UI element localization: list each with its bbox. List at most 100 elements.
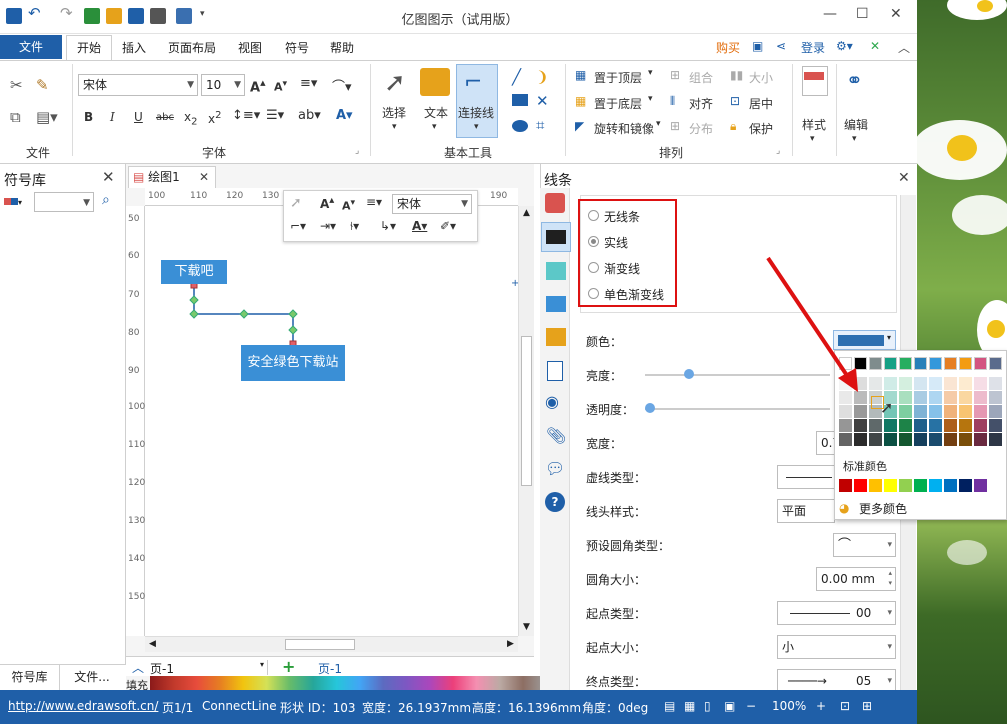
color-swatch-shade[interactable] — [884, 433, 897, 446]
export-icon[interactable] — [176, 8, 192, 24]
color-swatch-top[interactable] — [884, 357, 897, 370]
scroll-right-icon[interactable]: ▶ — [507, 639, 514, 649]
color-swatch-shade[interactable] — [929, 419, 942, 432]
radio-gradient-line[interactable] — [588, 262, 599, 273]
transparency-thumb[interactable] — [645, 403, 655, 413]
standard-color-swatch[interactable] — [899, 479, 912, 492]
text-tool-icon[interactable] — [420, 68, 450, 96]
brightness-thumb[interactable] — [684, 369, 694, 379]
login-link[interactable]: 登录 — [801, 39, 825, 56]
close-panel-icon[interactable]: ✕ — [102, 168, 115, 186]
help-icon[interactable]: ? — [545, 492, 565, 512]
document-tab[interactable]: ▤ 绘图1 ✕ — [128, 166, 216, 188]
protect-button[interactable]: 保护 — [749, 120, 773, 137]
color-swatch-top[interactable] — [899, 357, 912, 370]
color-swatch-shade[interactable] — [839, 419, 852, 432]
font-name-select[interactable]: 宋体 ▼ — [78, 74, 198, 96]
print-icon[interactable] — [150, 8, 166, 24]
mini-select-icon[interactable]: ➚ — [290, 195, 302, 211]
color-swatch-shade[interactable] — [869, 433, 882, 446]
color-swatch-shade[interactable] — [884, 377, 897, 390]
select-tool-icon[interactable]: ➚ — [384, 68, 406, 98]
radio-solid-line[interactable] — [588, 236, 599, 247]
style-dropdown-icon[interactable]: ▾ — [810, 134, 815, 144]
library-search-input[interactable]: ▼ — [34, 192, 94, 212]
mini-align-icon[interactable]: ≡▾ — [366, 195, 382, 209]
color-swatch-shade[interactable] — [944, 377, 957, 390]
view-normal-icon[interactable]: ▤ — [664, 699, 675, 713]
settings-icon[interactable]: ⚙▾ — [836, 39, 853, 53]
color-swatch-shade[interactable] — [899, 391, 912, 404]
customize-toolbar-icon[interactable]: ▾ — [200, 9, 216, 25]
group-icon[interactable]: ⊞ — [670, 68, 680, 82]
page-tab[interactable]: 页-1 — [318, 660, 342, 677]
view-full-icon[interactable]: ▯ — [704, 699, 711, 713]
redo-icon[interactable]: ↷ — [60, 4, 76, 22]
color-swatch-shade[interactable] — [854, 419, 867, 432]
shrink-font-icon[interactable]: A▾ — [274, 78, 287, 94]
mini-waypoint-icon[interactable]: ⫮▾ — [350, 219, 359, 234]
corner-size-input[interactable]: 0.00 mm ▴ ▾ — [816, 567, 896, 591]
mini-line-color-icon[interactable]: ✐▾ — [440, 219, 456, 233]
connector-dropdown-icon[interactable]: ▾ — [474, 122, 479, 132]
color-swatch-shade[interactable] — [899, 405, 912, 418]
standard-color-swatch[interactable] — [944, 479, 957, 492]
color-swatch-shade[interactable] — [839, 405, 852, 418]
strikethrough-icon[interactable]: abc — [156, 112, 174, 123]
drawing-canvas[interactable]: 下载吧 安全绿色下载站 + — [145, 206, 519, 636]
color-swatch-shade[interactable] — [944, 433, 957, 446]
width-input[interactable]: 0.7 — [816, 431, 840, 455]
buy-link[interactable]: 购买 — [716, 39, 740, 56]
font-color-icon[interactable]: A▾ — [336, 108, 353, 123]
mini-shrink-font-icon[interactable]: A▾ — [342, 197, 355, 213]
center-icon[interactable]: ⊡ — [730, 94, 740, 108]
collapse-ribbon-icon[interactable]: ︿ — [898, 39, 910, 56]
color-swatch-shade[interactable] — [959, 419, 972, 432]
standard-color-swatch[interactable] — [929, 479, 942, 492]
shadow-tab-icon[interactable] — [546, 262, 566, 280]
color-swatch-shade[interactable] — [944, 419, 957, 432]
minimize-button[interactable]: — — [823, 6, 837, 22]
color-swatch-shade[interactable] — [974, 433, 987, 446]
add-page-icon[interactable]: + — [282, 657, 295, 676]
color-swatch-shade[interactable] — [929, 391, 942, 404]
color-swatch-shade[interactable] — [869, 419, 882, 432]
color-swatch-top[interactable] — [989, 357, 1002, 370]
view-fit-icon[interactable]: ▦ — [684, 699, 695, 713]
zoom-in-icon[interactable]: + — [816, 699, 826, 713]
color-swatch-shade[interactable] — [974, 377, 987, 390]
color-swatch-shade[interactable] — [989, 391, 1002, 404]
shape-green-download-site[interactable]: 安全绿色下载站 — [241, 345, 345, 381]
layer-tab-icon[interactable] — [546, 328, 566, 346]
select-tool-label[interactable]: 选择 — [382, 104, 406, 121]
color-swatch-top[interactable] — [959, 357, 972, 370]
rotate-icon[interactable]: ◤ — [575, 119, 584, 133]
color-swatch-shade[interactable] — [899, 419, 912, 432]
size-button[interactable]: 大小 — [749, 69, 773, 86]
fit-page-icon[interactable]: ⊡ — [840, 699, 850, 713]
undo-icon[interactable]: ↶ — [28, 4, 44, 22]
standard-color-swatch[interactable] — [839, 479, 852, 492]
color-swatch-shade[interactable] — [944, 391, 957, 404]
standard-color-swatch[interactable] — [854, 479, 867, 492]
copy-icon[interactable]: ⧉ — [10, 108, 21, 126]
superscript-icon[interactable]: x2 — [208, 110, 221, 126]
close-window-button[interactable]: ✕ — [890, 6, 902, 22]
size-icon[interactable]: ▮▮ — [730, 68, 743, 82]
color-swatch-shade[interactable] — [929, 405, 942, 418]
bold-icon[interactable]: B — [84, 110, 93, 124]
cross-icon[interactable]: ✕ — [536, 92, 549, 110]
tab-help[interactable]: 帮助 — [330, 39, 354, 56]
search-icon[interactable]: ⌕ — [102, 192, 110, 208]
text-style-icon[interactable]: ab▾ — [298, 108, 321, 123]
share-icon[interactable]: ⋖ — [776, 39, 786, 53]
vertical-scrollbar[interactable]: ▲ ▼ — [518, 206, 534, 636]
color-swatch-shade[interactable] — [914, 405, 927, 418]
bring-top-button[interactable]: 置于顶层 — [594, 69, 642, 86]
color-swatch-shade[interactable] — [839, 433, 852, 446]
format-painter-icon[interactable]: ✎ — [36, 76, 49, 94]
close-document-icon[interactable]: ✕ — [199, 167, 209, 187]
align-button[interactable]: 对齐 — [689, 95, 713, 112]
tab-symbol[interactable]: 符号 — [285, 39, 309, 56]
cap-style-select[interactable]: 平面 — [777, 499, 835, 523]
